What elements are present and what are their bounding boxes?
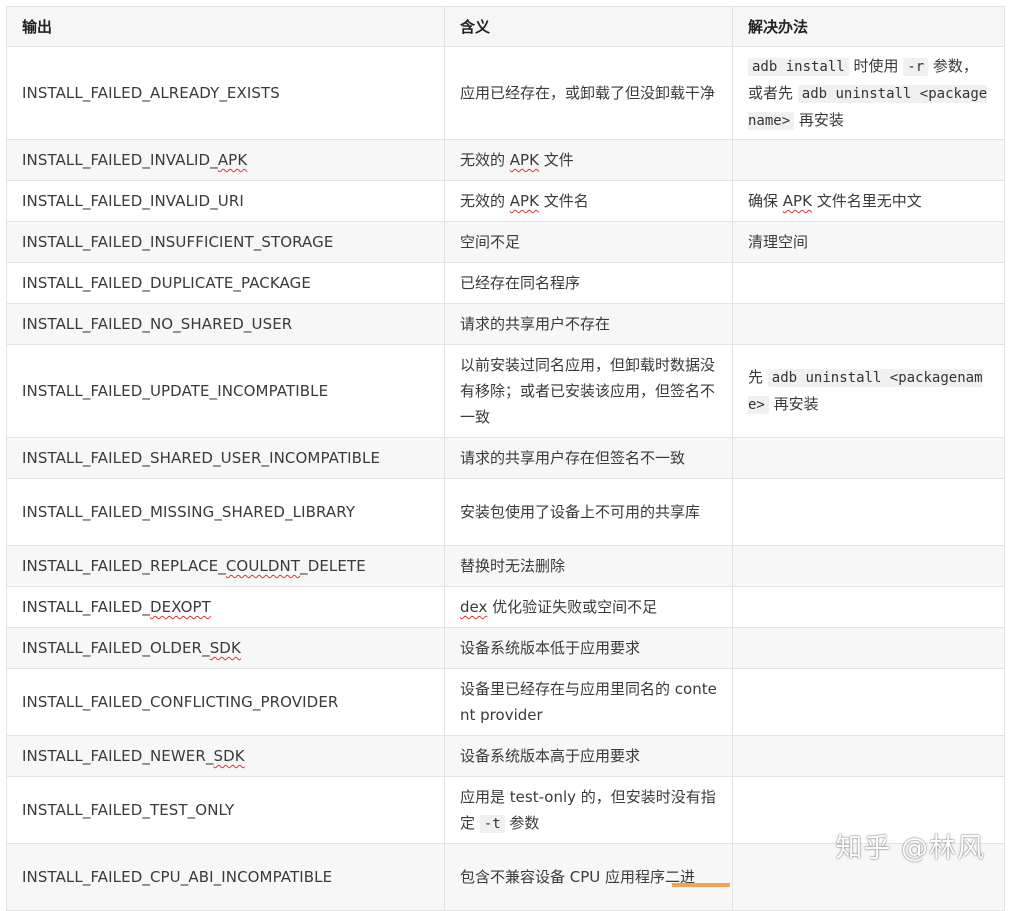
table-row: INSTALL_FAILED_NEWER_SDK 设备系统版本高于应用要求 — [7, 736, 1005, 777]
table-row: INSTALL_FAILED_INVALID_URI 无效的 APK 文件名 确… — [7, 181, 1005, 222]
solution-cell: adb install 时使用 -r 参数，或者先 adb uninstall … — [733, 47, 1005, 140]
meaning-cell: 设备里已经存在与应用里同名的 content provider — [445, 669, 733, 736]
spellcheck-mark: SDK — [210, 639, 241, 657]
solution-cell: 确保 APK 文件名里无中文 — [733, 181, 1005, 222]
table-row: INSTALL_FAILED_CONFLICTING_PROVIDER 设备里已… — [7, 669, 1005, 736]
spellcheck-mark: COULDNT — [226, 557, 300, 575]
meaning-cell: 应用是 test-only 的，但安装时没有指定 -t 参数 — [445, 777, 733, 844]
meaning-cell: 空间不足 — [445, 222, 733, 263]
table-row: INSTALL_FAILED_REPLACE_COULDNT_DELETE 替换… — [7, 546, 1005, 587]
table-row: INSTALL_FAILED_SHARED_USER_INCOMPATIBLE … — [7, 438, 1005, 479]
meaning-cell: dex 优化验证失败或空间不足 — [445, 587, 733, 628]
solution-cell: 先 adb uninstall <packagename> 再安装 — [733, 345, 1005, 438]
output-text: INSTALL_FAILED_NEWER_ — [22, 747, 214, 765]
solution-text: 再安装 — [794, 111, 844, 129]
meaning-text: 无效的 — [460, 151, 510, 169]
output-text: INSTALL_FAILED_OLDER_ — [22, 639, 210, 657]
meaning-text: 参数 — [505, 814, 540, 832]
solution-cell — [733, 736, 1005, 777]
bottom-accent-tab — [672, 883, 730, 887]
zhihu-watermark: 知乎 @林风 — [835, 826, 985, 865]
output-cell: INSTALL_FAILED_UPDATE_INCOMPATIBLE — [7, 345, 445, 438]
solution-text: 再安装 — [769, 395, 819, 413]
meaning-cell: 以前安装过同名应用，但卸载时数据没有移除；或者已安装该应用，但签名不一致 — [445, 345, 733, 438]
inline-code: adb install — [748, 58, 849, 76]
error-codes-table: 输出 含义 解决办法 INSTALL_FAILED_ALREADY_EXISTS… — [6, 6, 1005, 911]
inline-code: -r — [903, 58, 928, 76]
meaning-cell: 已经存在同名程序 — [445, 263, 733, 304]
meaning-cell: 无效的 APK 文件 — [445, 140, 733, 181]
meaning-cell: 请求的共享用户不存在 — [445, 304, 733, 345]
solution-cell — [733, 669, 1005, 736]
output-text: _DELETE — [300, 557, 366, 575]
meaning-cell: 包含不兼容设备 CPU 应用程序二进 — [445, 844, 733, 911]
meaning-cell: 设备系统版本高于应用要求 — [445, 736, 733, 777]
output-cell: INSTALL_FAILED_INSUFFICIENT_STORAGE — [7, 222, 445, 263]
output-cell: INSTALL_FAILED_CPU_ABI_INCOMPATIBLE — [7, 844, 445, 911]
solution-cell — [733, 438, 1005, 479]
table-row: INSTALL_FAILED_INVALID_APK 无效的 APK 文件 — [7, 140, 1005, 181]
spellcheck-mark: APK — [783, 192, 812, 210]
solution-cell — [733, 140, 1005, 181]
solution-cell — [733, 628, 1005, 669]
header-meaning: 含义 — [445, 7, 733, 47]
output-cell: INSTALL_FAILED_DUPLICATE_PACKAGE — [7, 263, 445, 304]
solution-text: 文件名里无中文 — [812, 192, 922, 210]
solution-text: 先 — [748, 368, 768, 386]
header-solution: 解决办法 — [733, 7, 1005, 47]
meaning-text: 优化验证失败或空间不足 — [487, 598, 657, 616]
spellcheck-mark: APK — [510, 192, 539, 210]
spellcheck-mark: dex — [460, 598, 487, 616]
output-cell: INSTALL_FAILED_MISSING_SHARED_LIBRARY — [7, 479, 445, 546]
table-row: INSTALL_FAILED_NO_SHARED_USER 请求的共享用户不存在 — [7, 304, 1005, 345]
meaning-cell: 应用已经存在，或卸载了但没卸载干净 — [445, 47, 733, 140]
table-row: INSTALL_FAILED_INSUFFICIENT_STORAGE 空间不足… — [7, 222, 1005, 263]
output-cell: INSTALL_FAILED_CONFLICTING_PROVIDER — [7, 669, 445, 736]
solution-cell: 清理空间 — [733, 222, 1005, 263]
table-row: INSTALL_FAILED_OLDER_SDK 设备系统版本低于应用要求 — [7, 628, 1005, 669]
meaning-text: 无效的 — [460, 192, 510, 210]
output-text: INSTALL_FAILED_INVALID_ — [22, 151, 218, 169]
meaning-cell: 请求的共享用户存在但签名不一致 — [445, 438, 733, 479]
table-row: INSTALL_FAILED_ALREADY_EXISTS 应用已经存在，或卸载… — [7, 47, 1005, 140]
meaning-cell: 设备系统版本低于应用要求 — [445, 628, 733, 669]
solution-cell — [733, 546, 1005, 587]
output-cell: INSTALL_FAILED_DEXOPT — [7, 587, 445, 628]
meaning-text: 文件 — [539, 151, 574, 169]
output-text: INSTALL_FAILED_ — [22, 598, 150, 616]
output-text: INSTALL_FAILED_REPLACE_ — [22, 557, 226, 575]
output-cell: INSTALL_FAILED_ALREADY_EXISTS — [7, 47, 445, 140]
inline-code: -t — [480, 815, 505, 833]
meaning-text: 文件名 — [539, 192, 589, 210]
solution-text: 时使用 — [849, 57, 904, 75]
meaning-cell: 无效的 APK 文件名 — [445, 181, 733, 222]
output-cell: INSTALL_FAILED_TEST_ONLY — [7, 777, 445, 844]
output-cell: INSTALL_FAILED_INVALID_APK — [7, 140, 445, 181]
header-output: 输出 — [7, 7, 445, 47]
spellcheck-mark: DEXOPT — [150, 598, 211, 616]
output-cell: INSTALL_FAILED_SHARED_USER_INCOMPATIBLE — [7, 438, 445, 479]
spellcheck-mark: SDK — [214, 747, 245, 765]
solution-cell — [733, 304, 1005, 345]
table-row: INSTALL_FAILED_DUPLICATE_PACKAGE 已经存在同名程… — [7, 263, 1005, 304]
table-header-row: 输出 含义 解决办法 — [7, 7, 1005, 47]
output-cell: INSTALL_FAILED_INVALID_URI — [7, 181, 445, 222]
output-cell: INSTALL_FAILED_NEWER_SDK — [7, 736, 445, 777]
meaning-cell: 替换时无法删除 — [445, 546, 733, 587]
output-cell: INSTALL_FAILED_REPLACE_COULDNT_DELETE — [7, 546, 445, 587]
spellcheck-mark: APK — [510, 151, 539, 169]
solution-cell — [733, 479, 1005, 546]
spellcheck-mark: APK — [218, 151, 247, 169]
solution-cell — [733, 263, 1005, 304]
table-row: INSTALL_FAILED_UPDATE_INCOMPATIBLE 以前安装过… — [7, 345, 1005, 438]
meaning-cell: 安装包使用了设备上不可用的共享库 — [445, 479, 733, 546]
table-row: INSTALL_FAILED_MISSING_SHARED_LIBRARY 安装… — [7, 479, 1005, 546]
output-cell: INSTALL_FAILED_NO_SHARED_USER — [7, 304, 445, 345]
solution-text: 确保 — [748, 192, 783, 210]
output-cell: INSTALL_FAILED_OLDER_SDK — [7, 628, 445, 669]
table-row: INSTALL_FAILED_DEXOPT dex 优化验证失败或空间不足 — [7, 587, 1005, 628]
solution-cell — [733, 587, 1005, 628]
